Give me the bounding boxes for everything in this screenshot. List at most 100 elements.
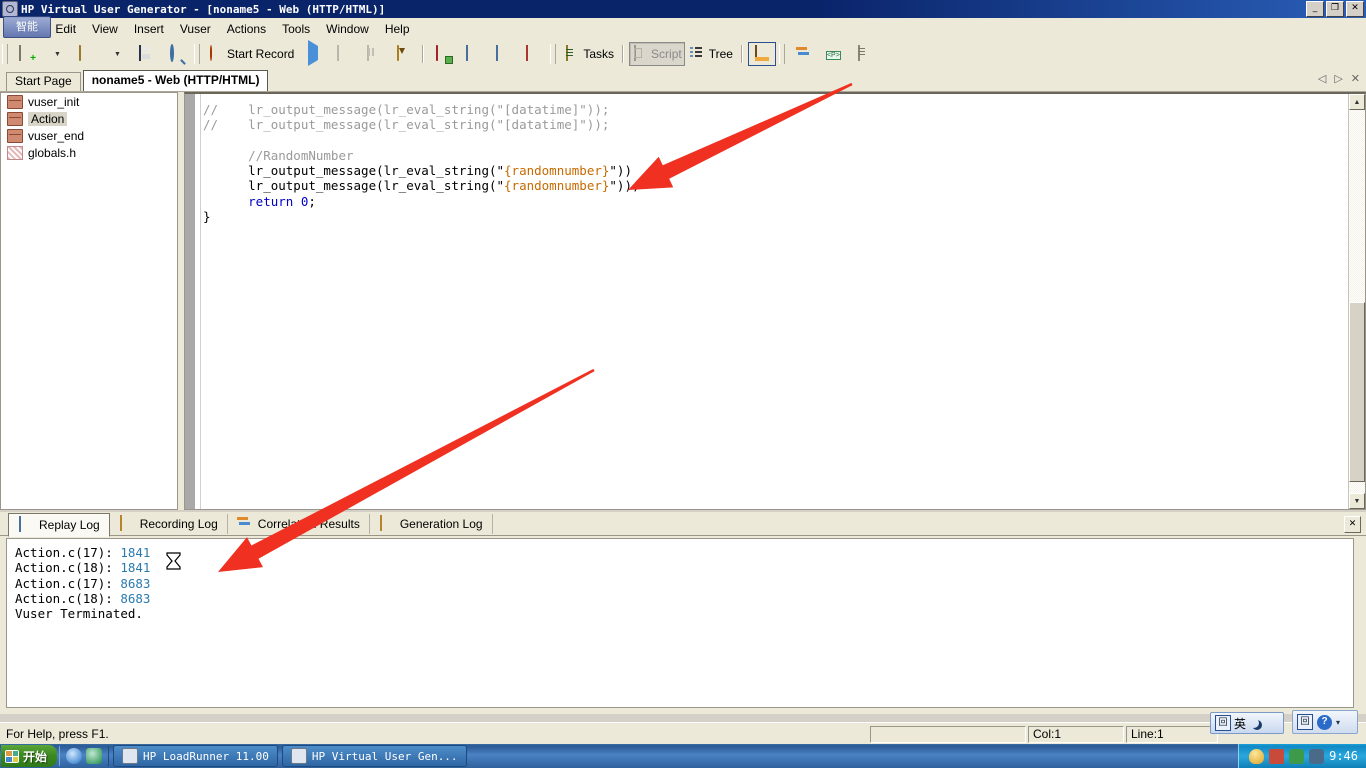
log-tab-label: Generation Log: [399, 516, 483, 531]
tree-item-globals-h[interactable]: globals.h: [1, 144, 177, 161]
menu-window[interactable]: Window: [318, 19, 377, 39]
minimize-button[interactable]: _: [1306, 1, 1324, 17]
insert-tag-button[interactable]: <P>: [820, 42, 848, 66]
log-close-button[interactable]: ✕: [1344, 516, 1361, 533]
code-line: lr_output_message(lr_eval_string("{rando…: [203, 178, 1347, 193]
log-row-source: Action.c(18):: [15, 590, 121, 606]
script-view-button[interactable]: Script: [629, 42, 685, 66]
start-button[interactable]: 开始: [1, 745, 58, 767]
ime-language-bar[interactable]: 回 英: [1210, 712, 1284, 734]
stop-button[interactable]: [329, 42, 357, 66]
scroll-thumb[interactable]: [1349, 302, 1365, 482]
tab-prev-button[interactable]: ◁: [1318, 72, 1326, 85]
tasks-button[interactable]: Tasks: [561, 42, 617, 66]
code-line: // lr_output_message(lr_eval_string("[da…: [203, 102, 1347, 117]
toolbar-grip-1[interactable]: [2, 44, 8, 64]
menu-actions[interactable]: Actions: [219, 19, 274, 39]
scroll-up-button[interactable]: ▲: [1349, 94, 1365, 110]
header-file-icon: [7, 145, 23, 160]
shield-icon[interactable]: [1249, 748, 1265, 764]
help-icon[interactable]: ?: [1317, 714, 1332, 730]
ime-language-label[interactable]: 英: [1234, 715, 1246, 732]
toolbar-grip-2[interactable]: [194, 44, 200, 64]
list-button[interactable]: [850, 42, 878, 66]
log-output[interactable]: Action.c(17): 1841 Action.c(18): 1841 Acti…: [6, 538, 1354, 708]
code-editor[interactable]: // lr_output_message(lr_eval_string("[da…: [184, 92, 1366, 510]
list-icon: [856, 45, 872, 62]
tree-colored-button[interactable]: [429, 42, 457, 66]
find-button[interactable]: [163, 42, 191, 66]
tree-item-vuser-init[interactable]: vuser_init: [1, 93, 177, 110]
new-script-button[interactable]: +: [13, 42, 41, 66]
menu-vuser[interactable]: Vuser: [172, 19, 219, 39]
refresh-icon[interactable]: [86, 748, 103, 764]
log-row-value: 1841: [120, 560, 151, 576]
menu-view[interactable]: View: [84, 19, 126, 39]
toolbar-grip-4[interactable]: [778, 44, 785, 64]
menu-help[interactable]: Help: [377, 19, 418, 39]
menu-edit[interactable]: Edit: [47, 19, 84, 39]
clock[interactable]: 9:46: [1329, 749, 1358, 763]
tasks-label: Tasks: [583, 47, 615, 61]
report-button[interactable]: [519, 42, 547, 66]
chevron-down-icon[interactable]: ▾: [1336, 718, 1340, 727]
tree-item-action[interactable]: Action: [1, 110, 177, 127]
panes-icon: [754, 45, 770, 62]
taskbar-item-vugen[interactable]: HP Virtual User Gen...: [281, 745, 467, 767]
tab-replay-log[interactable]: Replay Log: [8, 512, 110, 537]
scroll-down-button[interactable]: ▼: [1349, 493, 1365, 509]
search-icon: [169, 44, 185, 62]
tab-recording-log[interactable]: Recording Log: [110, 513, 228, 534]
ime-floating-badge[interactable]: 智能: [3, 16, 51, 38]
open-button[interactable]: [73, 42, 101, 66]
toolbar-grip-3[interactable]: [550, 44, 557, 64]
script-label: Script: [651, 47, 682, 61]
menu-tools[interactable]: Tools: [274, 19, 318, 39]
status-hint: For Help, press F1.: [6, 727, 109, 741]
editor-vertical-scrollbar[interactable]: ▲ ▼: [1348, 94, 1365, 509]
code-line: //RandomNumber: [203, 148, 1347, 163]
log-row-value: 1841: [120, 545, 151, 560]
tab-start-page[interactable]: Start Page: [6, 72, 81, 91]
tree-item-vuser-end[interactable]: vuser_end: [1, 127, 177, 144]
tab-noname5[interactable]: noname5 - Web (HTTP/HTML): [82, 70, 269, 91]
restore-button[interactable]: ❐: [1326, 1, 1344, 17]
ime-mode-icon[interactable]: 回: [1215, 715, 1231, 731]
code-token: // lr_output_message(lr_eval_string("[da…: [203, 102, 610, 117]
swap-button[interactable]: [790, 42, 818, 66]
tab-generation-log[interactable]: Generation Log: [370, 513, 493, 534]
run-button[interactable]: [299, 40, 327, 66]
tree-item-label: Action: [28, 111, 68, 126]
taskbar-item-loadrunner[interactable]: HP LoadRunner 11.00: [113, 745, 278, 767]
panes-toggle-button[interactable]: [747, 42, 776, 66]
tab-close-button[interactable]: ✕: [1351, 72, 1360, 85]
ime-panel-icon[interactable]: 回: [1297, 714, 1313, 730]
title-bar: HP Virtual User Generator - [noname5 - W…: [0, 0, 1366, 18]
tab-correlation-results[interactable]: Correlation Results: [228, 513, 370, 534]
new-script-dropdown[interactable]: ▼: [43, 42, 71, 66]
tree-view-button[interactable]: Tree: [687, 42, 736, 66]
network-icon[interactable]: [1289, 748, 1305, 764]
pause-button[interactable]: [359, 42, 387, 66]
close-button[interactable]: ✕: [1346, 1, 1364, 17]
editor-code-text[interactable]: // lr_output_message(lr_eval_string("[da…: [203, 102, 1347, 224]
tab-next-button[interactable]: ▷: [1334, 72, 1342, 85]
script-icon: [632, 45, 648, 62]
tool-icon[interactable]: [1309, 748, 1325, 764]
internet-explorer-icon[interactable]: [66, 748, 83, 764]
open-dropdown[interactable]: ▼: [103, 42, 131, 66]
code-line: return 0;: [203, 194, 1347, 209]
menu-insert[interactable]: Insert: [126, 19, 172, 39]
start-record-button[interactable]: Start Record: [205, 42, 297, 66]
antivirus-icon[interactable]: [1269, 748, 1285, 764]
code-line: }: [203, 209, 1347, 224]
save-button[interactable]: [133, 42, 161, 66]
ime-extra-bar[interactable]: 回 ? ▾: [1292, 710, 1358, 734]
editor-gutter: [185, 94, 195, 509]
step-out-button[interactable]: [489, 42, 517, 66]
step-in-button[interactable]: [459, 42, 487, 66]
loadrunner-icon: [122, 748, 139, 764]
download-button[interactable]: [389, 42, 417, 66]
moon-icon[interactable]: [1249, 718, 1259, 728]
